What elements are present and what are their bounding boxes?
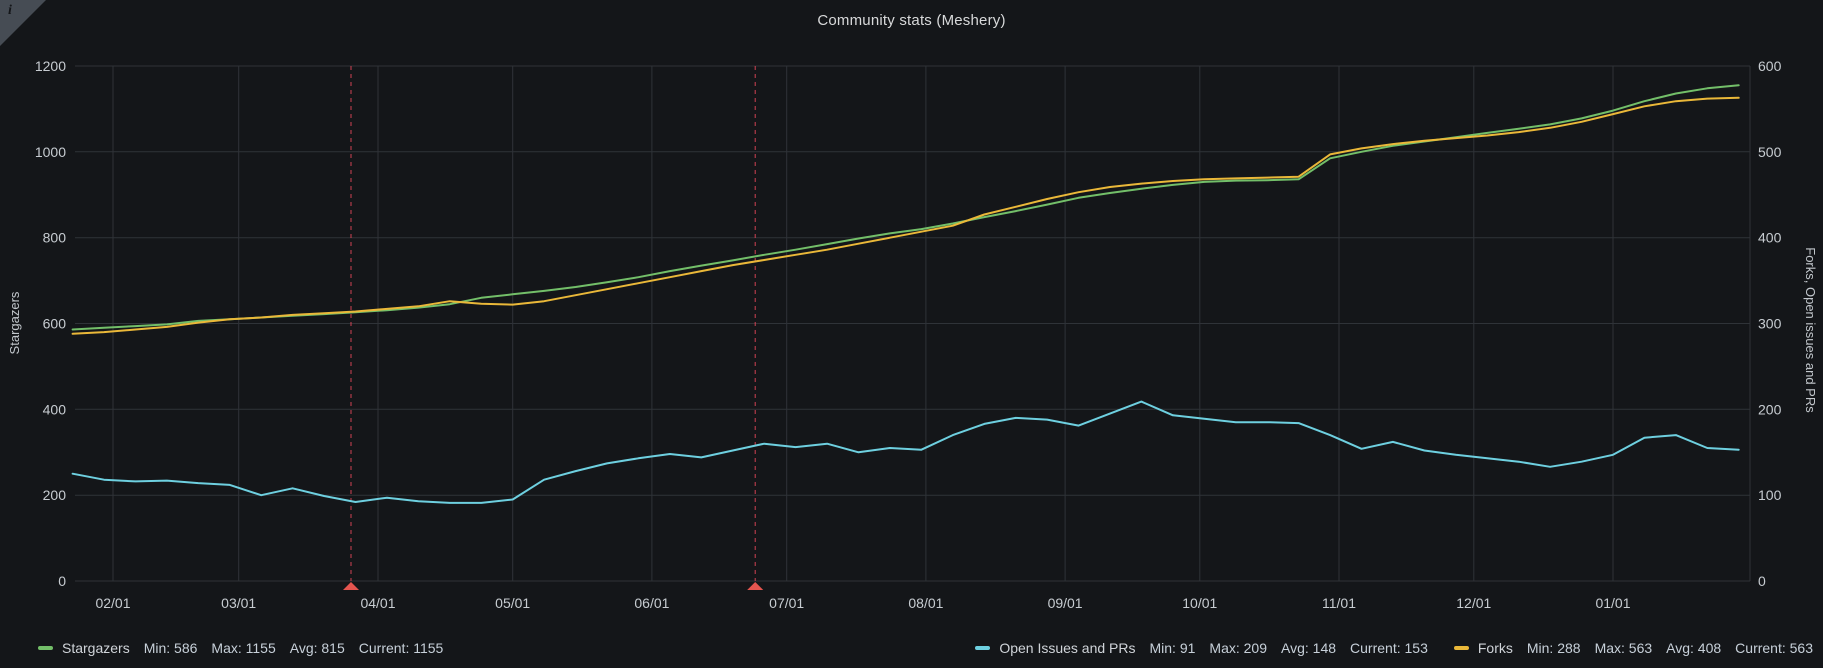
- svg-text:08/01: 08/01: [908, 595, 943, 611]
- series-line-open-issues-and-prs[interactable]: [73, 402, 1739, 503]
- chart-canvas[interactable]: 0 200 400 600 800 1000 1200 0 100 200 300 400 500 600…: [0, 0, 1823, 668]
- series-line-stargazers[interactable]: [73, 85, 1739, 329]
- legend-stat-max: Max: 1155: [211, 640, 275, 656]
- svg-text:1000: 1000: [35, 144, 66, 160]
- svg-text:11/01: 11/01: [1322, 595, 1356, 611]
- y-axis-left-ticks: 0 200 400 600 800 1000 1200: [35, 58, 66, 589]
- svg-text:500: 500: [1758, 144, 1782, 160]
- legend-stat-avg: Avg: 408: [1666, 640, 1721, 656]
- svg-text:0: 0: [58, 573, 66, 589]
- svg-text:12/01: 12/01: [1456, 595, 1491, 611]
- legend-stat-avg: Avg: 815: [290, 640, 345, 656]
- svg-text:01/01: 01/01: [1595, 595, 1630, 611]
- legend-stat-avg: Avg: 148: [1281, 640, 1336, 656]
- legend-stat-current: Current: 153: [1350, 640, 1428, 656]
- svg-text:09/01: 09/01: [1048, 595, 1083, 611]
- legend-left-group: Stargazers Min: 586 Max: 1155 Avg: 815 Curre…: [38, 640, 443, 656]
- y-axis-right-title: Forks, Open issues and PRs: [1803, 247, 1818, 413]
- legend-stat-max: Max: 563: [1595, 640, 1653, 656]
- svg-text:100: 100: [1758, 487, 1782, 503]
- legend-series-label: Open Issues and PRs: [999, 640, 1135, 656]
- svg-text:03/01: 03/01: [221, 595, 256, 611]
- svg-text:07/01: 07/01: [769, 595, 804, 611]
- legend: Stargazers Min: 586 Max: 1155 Avg: 815 Curre…: [38, 640, 1813, 656]
- legend-swatch-icon: [1454, 646, 1469, 650]
- svg-text:1200: 1200: [35, 58, 66, 74]
- y-axis-right-ticks: 0 100 200 300 400 500 600: [1758, 58, 1782, 589]
- legend-series-label: Stargazers: [62, 640, 130, 656]
- svg-text:0: 0: [1758, 573, 1766, 589]
- legend-stat-min: Min: 288: [1527, 640, 1581, 656]
- legend-item-open-issues-and-prs[interactable]: Open Issues and PRs Min: 91 Max: 209 Avg: 1…: [975, 640, 1428, 656]
- svg-text:400: 400: [1758, 230, 1782, 246]
- legend-stat-min: Min: 586: [144, 640, 198, 656]
- svg-text:200: 200: [1758, 401, 1782, 417]
- svg-text:400: 400: [43, 401, 67, 417]
- legend-stat-current: Current: 563: [1735, 640, 1813, 656]
- legend-right-group: Open Issues and PRs Min: 91 Max: 209 Avg: 1…: [975, 640, 1813, 656]
- svg-text:300: 300: [1758, 316, 1782, 332]
- x-axis-ticks: 02/01 03/01 04/01 05/01 06/01 07/01 08/01 09/01…: [95, 595, 1630, 611]
- svg-text:04/01: 04/01: [360, 595, 395, 611]
- legend-stat-max: Max: 209: [1209, 640, 1267, 656]
- svg-text:06/01: 06/01: [634, 595, 669, 611]
- grid-horizontal: [75, 66, 1750, 581]
- svg-text:600: 600: [1758, 58, 1782, 74]
- svg-text:200: 200: [43, 487, 67, 503]
- annotations[interactable]: [343, 66, 763, 590]
- legend-stat-min: Min: 91: [1150, 640, 1196, 656]
- svg-text:05/01: 05/01: [495, 595, 530, 611]
- svg-text:800: 800: [43, 230, 67, 246]
- svg-text:10/01: 10/01: [1182, 595, 1217, 611]
- legend-item-stargazers[interactable]: Stargazers Min: 586 Max: 1155 Avg: 815 Curre…: [38, 640, 443, 656]
- svg-text:02/01: 02/01: [95, 595, 130, 611]
- svg-text:600: 600: [43, 316, 67, 332]
- annotation-marker: [747, 582, 763, 590]
- legend-swatch-icon: [975, 646, 990, 650]
- annotation-marker: [343, 582, 359, 590]
- legend-swatch-icon: [38, 646, 53, 650]
- legend-stat-current: Current: 1155: [359, 640, 444, 656]
- legend-item-forks[interactable]: Forks Min: 288 Max: 563 Avg: 408 Current: 56…: [1454, 640, 1813, 656]
- legend-series-label: Forks: [1478, 640, 1513, 656]
- y-axis-left-title: Stargazers: [7, 291, 22, 354]
